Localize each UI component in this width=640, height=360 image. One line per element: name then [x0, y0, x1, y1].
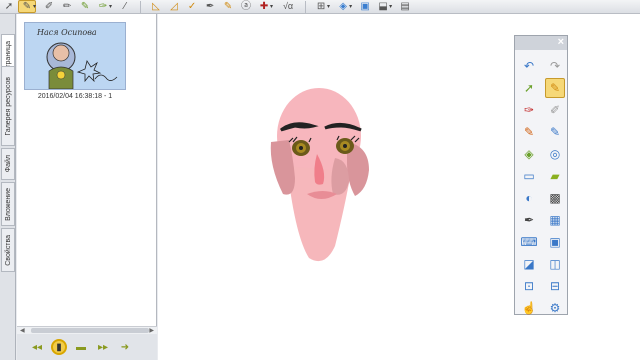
compass-icon[interactable]: ✓ [183, 0, 201, 13]
tab-label: Файл [4, 155, 12, 173]
table-dropdown-icon[interactable]: ▾ [327, 3, 330, 10]
previous-page-icon[interactable]: ▮ [51, 339, 67, 355]
eraser-icon[interactable]: ✐ [545, 100, 565, 120]
tab-properties[interactable]: Свойства [1, 228, 15, 272]
scroll-right-icon[interactable]: ▶ [149, 327, 154, 334]
text-icon[interactable]: ◐ [519, 188, 539, 208]
toolbar-separator [140, 0, 142, 13]
thumbnail-drawing: Нася Осипова [25, 23, 125, 89]
screen-capture-icon[interactable]: ⊟ [545, 276, 565, 296]
select-arrow-icon[interactable]: ➚ [0, 0, 18, 13]
magic-pen-icon[interactable]: ✒ [519, 210, 539, 230]
protractor-icon[interactable]: ◿ [165, 0, 183, 13]
capture-icon[interactable]: ▣ [356, 0, 374, 13]
tab-label: Галерея ресурсов [4, 76, 12, 136]
eraser-icon[interactable]: ✐ [40, 0, 58, 13]
last-page-icon[interactable]: ➜ [117, 339, 133, 355]
cross-dropdown-icon[interactable]: ▾ [270, 3, 273, 10]
magic-pen-dropdown-icon[interactable]: ▾ [109, 3, 112, 10]
creative-pen-icon[interactable]: ✎ [545, 122, 565, 142]
scroll-thumb[interactable] [31, 328, 149, 333]
toolbar-settings-icon[interactable]: ▤ [396, 0, 414, 13]
triangle-icon[interactable]: ◺ [147, 0, 165, 13]
pen-icon[interactable]: ✎ [545, 78, 565, 98]
keyboard-icon[interactable]: ⌨ [519, 232, 539, 252]
tab-gallery[interactable]: Галерея ресурсов [1, 66, 15, 146]
tab-label: Вложение [4, 187, 12, 221]
magnifier-icon[interactable]: ⊡ [519, 276, 539, 296]
undo-icon[interactable]: ↶ [519, 56, 539, 76]
math-icon[interactable]: √α [277, 0, 299, 13]
sidebar-tabs: Страница Галерея ресурсов Файл Вложение … [0, 14, 16, 360]
page-thumbnail[interactable]: Нася Осипова [24, 22, 126, 90]
select-icon[interactable]: ➚ [519, 78, 539, 98]
document-camera-icon[interactable]: ▣ [545, 232, 565, 252]
face-drawing[interactable] [265, 86, 377, 266]
table-icon[interactable]: ▰ [545, 166, 565, 186]
redo-icon[interactable]: ↷ [545, 56, 565, 76]
line-icon[interactable]: ▭ [519, 166, 539, 186]
camera-icon[interactable]: ▩ [545, 188, 565, 208]
floating-toolbar-buttons: ↶ ↷ ➚ ✎ ✑ ✐ ✎ ✎ ◈ ◎ ▭ ▰ ◐ ▩ ✒ ▦ ⌨ ▣ ◪ ◫ … [515, 50, 567, 324]
pen-small-icon[interactable]: ✎ [219, 0, 237, 13]
marker-icon[interactable]: ✒ [201, 0, 219, 13]
creative-pen-icon[interactable]: ✎ [76, 0, 94, 13]
hand-icon[interactable]: ☝ [519, 298, 539, 318]
highlighter-icon[interactable]: ✏ [58, 0, 76, 13]
close-icon[interactable]: × [558, 36, 564, 48]
text-insert-icon[interactable]: ⓐ [237, 0, 255, 13]
screen-shade-icon[interactable]: ◪ [519, 254, 539, 274]
highlighter-icon[interactable]: ✎ [519, 122, 539, 142]
floating-toolbar-header[interactable]: × [515, 36, 567, 50]
laser-pointer-icon[interactable]: ✑ [519, 100, 539, 120]
tab-attachment[interactable]: Вложение [1, 182, 15, 226]
document-camera-dropdown-icon[interactable]: ▾ [389, 3, 392, 10]
fill-bucket-icon[interactable]: ◈ [519, 144, 539, 164]
sorter-scrollbar[interactable]: ◀ ▶ [17, 326, 157, 334]
bucket-dropdown-icon[interactable]: ▾ [349, 3, 352, 10]
settings-icon[interactable]: ⚙ [545, 298, 565, 318]
scroll-left-icon[interactable]: ◀ [20, 327, 25, 334]
thumbnail-caption: 2016/02/04 16:38:18 - 1 [37, 93, 113, 100]
next-page-icon[interactable]: ▸▸ [95, 339, 111, 355]
tab-file[interactable]: Файл [1, 148, 15, 180]
pen-dropdown-icon[interactable]: ▾ [33, 3, 36, 10]
add-page-icon[interactable]: ▬ [73, 339, 89, 355]
first-page-icon[interactable]: ◂◂ [29, 339, 45, 355]
tab-label: Свойства [4, 234, 12, 266]
page-navigation: ◂◂ ▮ ▬ ▸▸ ➜ [17, 334, 157, 360]
floating-toolbar[interactable]: × ↶ ↷ ➚ ✎ ✑ ✐ ✎ ✎ ◈ ◎ ▭ ▰ ◐ ▩ ✒ ▦ ⌨ ▣ ◪ … [514, 35, 568, 315]
shape-icon[interactable]: ◎ [545, 144, 565, 164]
main-toolbar: ➚ ✎ ▾ ✐ ✏ ✎ ✑ ▾ ⁄ ◺ ◿ ✓ ✒ ✎ ⓐ ✚ ▾ √α ⊞ ▾… [0, 0, 640, 14]
spotlight-icon[interactable]: ◫ [545, 254, 565, 274]
toolbar-separator [305, 0, 307, 13]
capture-icon[interactable]: ▦ [545, 210, 565, 230]
thumbnail-title: Нася Осипова [36, 28, 97, 37]
line-tool-icon[interactable]: ⁄ [116, 0, 134, 13]
